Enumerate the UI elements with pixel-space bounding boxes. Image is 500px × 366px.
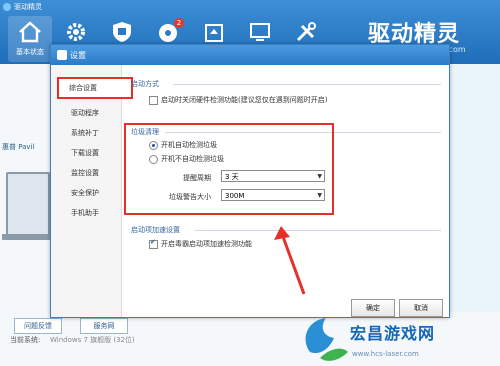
watermark-url: www.hcs-laser.com xyxy=(352,350,419,358)
settings-icon xyxy=(57,50,67,60)
boost-checkbox[interactable] xyxy=(149,238,158,249)
nav-patches[interactable]: 系统补丁 xyxy=(59,125,131,141)
feedback-button[interactable]: 问题反馈 xyxy=(14,318,62,334)
nav-phone[interactable]: 手机助手 xyxy=(59,205,131,221)
update-count-badge: 2 xyxy=(174,18,184,28)
app-logo-icon xyxy=(3,3,11,11)
startup-checkbox[interactable] xyxy=(149,96,158,105)
startup-section-label: 启动方式 xyxy=(131,80,159,88)
home-icon xyxy=(19,21,41,43)
dialog-title: 设置 xyxy=(70,51,86,60)
box-icon xyxy=(205,24,223,42)
laptop-base-icon xyxy=(2,234,50,240)
app-title: 驱动精灵 xyxy=(14,3,42,11)
section-divider xyxy=(173,84,441,85)
tools-icon xyxy=(296,22,316,42)
settings-nav: 综合设置 驱动程序 系统补丁 下载设置 监控设置 安全保护 手机助手 xyxy=(51,65,133,317)
highlight-box xyxy=(124,123,334,215)
nav-general[interactable]: 综合设置 xyxy=(57,77,133,99)
boost-option-label: 开启毒霸启动项加速检测功能 xyxy=(161,240,252,248)
service-button[interactable]: 服务网 xyxy=(80,318,128,334)
toolbar-home-button[interactable]: 基本状态 xyxy=(8,16,52,62)
app-titlebar: 驱动精灵 xyxy=(0,0,500,14)
nav-drivers[interactable]: 驱动程序 xyxy=(59,105,131,121)
laptop-icon xyxy=(6,172,50,238)
gear-icon xyxy=(67,23,85,41)
boost-section-label: 启动项加速设置 xyxy=(131,226,180,234)
nav-download[interactable]: 下载设置 xyxy=(59,145,131,161)
startup-option-label: 启动时关闭硬件检测功能(建议您仅在遇到问题时开启) xyxy=(161,96,328,104)
nav-security[interactable]: 安全保护 xyxy=(59,185,131,201)
dialog-titlebar: 设置 xyxy=(51,45,449,65)
system-value: Windows 7 旗舰版 (32位) xyxy=(50,336,135,344)
system-label: 当前系统: xyxy=(10,336,41,344)
section-divider xyxy=(195,230,441,231)
watermark-text: 宏昌游戏网 xyxy=(350,324,436,343)
nav-monitor[interactable]: 监控设置 xyxy=(59,165,131,181)
annotation-arrow-icon xyxy=(274,226,306,295)
device-name: 惠普 Pavil xyxy=(2,143,35,151)
monitor-icon xyxy=(250,23,270,41)
toolbar-home-label: 基本状态 xyxy=(16,48,44,56)
shield-icon xyxy=(113,22,131,42)
